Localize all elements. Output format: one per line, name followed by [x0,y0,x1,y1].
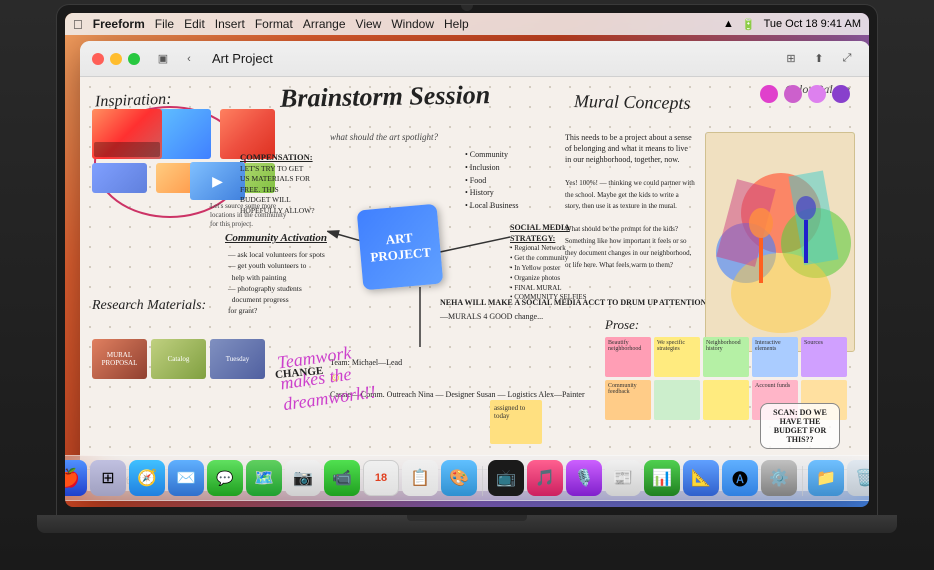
menu-insert[interactable]: Insert [215,17,245,31]
hinge-notch [407,515,527,521]
dock-music[interactable]: 🎵 [527,460,563,496]
dock-freeform[interactable]: 🎨 [441,460,477,496]
compensation-text: COMPENSATION: LET'S TRY TO GETUS MATERIA… [240,152,340,216]
menu-format[interactable]: Format [255,17,293,31]
menu-file[interactable]: File [155,17,174,31]
art-project-badge: ART PROJECT [357,204,444,291]
sticky-note-3: Interactive elements [752,337,798,377]
battery-icon: 🔋 [742,18,756,31]
dock-separator [482,466,483,496]
dock-numbers[interactable]: 📊 [644,460,680,496]
clock: Tue Oct 18 9:41 AM [764,18,861,30]
what-spotlight-text: what should the art spotlight? [330,132,438,142]
fullscreen-icon[interactable]: ⤢ [836,48,858,70]
dock-launchpad[interactable]: ⊞ [90,460,126,496]
menu-window[interactable]: Window [391,17,434,31]
minimize-button[interactable] [110,53,122,65]
grid-view-icon[interactable]: ⊞ [780,48,802,70]
maximize-button[interactable] [128,53,140,65]
scan-text-bubble: SCAN: DO WE HAVE THE BUDGET FOR THIS?? [760,403,840,449]
close-button[interactable] [92,53,104,65]
dock-appstore[interactable]: 🅐 [722,460,758,496]
dock-keynote[interactable]: 📐 [683,460,719,496]
sticky-note-2: Neighborhood history [703,337,749,377]
laptop-base [37,515,897,533]
brainstorm-title: Brainstorm Session [280,80,491,114]
mural-concept-title: Mural Concepts [573,91,690,114]
window-title: Art Project [212,51,273,66]
assigned-sticky: assigned totoday [490,400,542,444]
desktop-background:  Freeform File Edit Insert Format Arran… [65,13,869,507]
color-palette [760,85,850,103]
photo-thumb-1 [92,109,162,159]
dock-calendar[interactable]: 18 [363,460,399,496]
dock-appletv[interactable]: 📺 [488,460,524,496]
sticky-note-5: Community feedback [605,380,651,420]
sticky-note-6 [654,380,700,420]
sticky-note-1: We specific strategies [654,337,700,377]
dock: 🍎 ⊞ 🧭 ✉️ 💬 🗺️ [65,455,869,501]
title-bar-right-controls: ⊞ ⬆ ⤢ [780,48,858,70]
photo-thumb-4 [92,163,147,193]
back-icon[interactable]: ‹ [178,48,200,70]
menu-bar:  Freeform File Edit Insert Format Arran… [65,13,869,35]
menu-arrange[interactable]: Arrange [303,17,346,31]
sticky-note-7 [703,380,749,420]
dock-reminders[interactable]: 📋 [402,460,438,496]
screen:  Freeform File Edit Insert Format Arran… [65,13,869,507]
dock-safari[interactable]: 🧭 [129,460,165,496]
research-thumb-2: Catalog [151,339,206,379]
apple-menu[interactable]:  [73,17,83,32]
color-dot-3 [808,85,826,103]
traffic-lights [92,53,140,65]
title-bar-controls: ▣ ‹ [152,48,200,70]
wifi-icon: ▲ [723,18,734,30]
dock-messages[interactable]: 💬 [207,460,243,496]
menu-bar-left:  Freeform File Edit Insert Format Arran… [73,17,469,32]
sticky-note-4: Sources [801,337,847,377]
dock-downloads[interactable]: 📁 [808,460,844,496]
prose-label: Prose: [605,317,855,333]
menu-edit[interactable]: Edit [184,17,205,31]
macbook-frame:  Freeform File Edit Insert Format Arran… [0,0,934,570]
menu-view[interactable]: View [356,17,382,31]
dock-photos[interactable]: 📷 [285,460,321,496]
research-thumb-1: MURALPROPOSAL [92,339,147,379]
sidebar-toggle-icon[interactable]: ▣ [152,48,174,70]
share-icon[interactable]: ⬆ [808,48,830,70]
dock-finder[interactable]: 🍎 [65,460,87,496]
community-activation-label: Community Activation [225,232,327,244]
sticky-note-0: Beautify neighborhood [605,337,651,377]
video-thumb: ▶ [190,162,245,200]
menu-bar-right: ▲ 🔋 Tue Oct 18 9:41 AM [723,18,861,31]
research-grid: MURALPROPOSAL Catalog Tuesday [92,339,265,379]
screen-bezel:  Freeform File Edit Insert Format Arran… [57,5,877,515]
color-dot-4 [832,85,850,103]
photo-thumb-2 [156,109,211,159]
color-dot-1 [760,85,778,103]
dock-mail[interactable]: ✉️ [168,460,204,496]
title-bar: ▣ ‹ Art Project ⊞ ⬆ ⤢ [80,41,869,77]
menu-freeform[interactable]: Freeform [93,17,145,31]
dock-separator-2 [802,466,803,496]
spotlight-list: • Community • Inclusion • Food • History… [465,149,518,213]
freeform-window: ▣ ‹ Art Project ⊞ ⬆ ⤢ [80,41,869,491]
dock-podcasts[interactable]: 🎙️ [566,460,602,496]
research-label: Research Materials: [92,298,265,314]
canvas-area[interactable]: Inspiration: [80,77,869,469]
research-section: Research Materials: MURALPROPOSAL Catalo… [92,298,265,379]
dock-news[interactable]: 📰 [605,460,641,496]
dock-systemprefs[interactable]: ⚙️ [761,460,797,496]
color-dot-2 [784,85,802,103]
dock-trash[interactable]: 🗑️ [847,460,869,496]
camera-notch [461,5,473,11]
dock-facetime[interactable]: 📹 [324,460,360,496]
research-thumb-3: Tuesday [210,339,265,379]
menu-help[interactable]: Help [444,17,469,31]
mural-concept-text: This needs to be a project about a sense… [565,132,695,271]
dock-maps[interactable]: 🗺️ [246,460,282,496]
